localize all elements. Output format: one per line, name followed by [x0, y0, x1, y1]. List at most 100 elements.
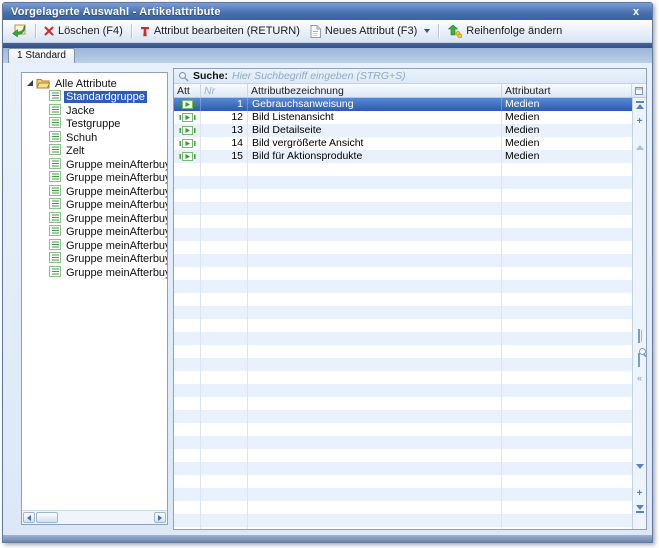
scroll-down-icon[interactable] — [636, 469, 644, 481]
list-view-icon[interactable] — [638, 354, 640, 366]
cell-nr: 15 — [201, 150, 248, 163]
side-strip-top-group: + — [636, 101, 644, 145]
scroll-left-button[interactable] — [23, 512, 35, 523]
toolbar-button-label: Attribut bearbeiten (RETURN) — [154, 25, 300, 37]
scrollbar-thumb[interactable] — [36, 512, 58, 523]
dialog-content: Alle Attribute StandardgruppeJackeTestgr… — [3, 63, 652, 535]
grid-empty-row — [174, 215, 632, 228]
tab-standard[interactable]: 1 Standard — [8, 48, 75, 63]
media-attribute-icon — [174, 150, 201, 163]
column-header-attributart[interactable]: Attributart — [502, 84, 632, 97]
toolbar-separator — [35, 24, 36, 39]
title-bar: Vorgelagerte Auswahl - Artikelattribute … — [3, 3, 652, 20]
grid-header-row: Att Nr Attributbezeichnung Attributart — [174, 84, 646, 98]
cell-nr: 12 — [201, 111, 248, 124]
attribute-group-tree-panel: Alle Attribute StandardgruppeJackeTestgr… — [21, 72, 168, 525]
folder-export-icon — [11, 24, 27, 38]
tree-item-gruppe-meinafterbuy-art00079[interactable]: Gruppe meinAfterbuy ART00079 — [22, 226, 167, 240]
jump-icon[interactable]: « — [637, 372, 642, 384]
tree-item-gruppe-meinafterbuy-art00073[interactable]: Gruppe meinAfterbuy ART00073 — [22, 158, 167, 172]
tree-item-label: Gruppe meinAfterbuy ART00076 — [64, 199, 167, 211]
tree-item-gruppe-meinafterbuy-art00075[interactable]: Gruppe meinAfterbuy ART00075 — [22, 185, 167, 199]
toolbar-separator — [438, 24, 439, 39]
attribute-group-icon — [49, 212, 64, 226]
tree-item-gruppe-meinafterbuy-art00081[interactable]: Gruppe meinAfterbuy ART00081 — [22, 253, 167, 267]
toolbar-button-label: Löschen (F4) — [58, 25, 123, 37]
tree-list: Alle Attribute StandardgruppeJackeTestgr… — [22, 73, 167, 510]
toolbar-button-reorder[interactable]: Reihenfolge ändern — [442, 21, 567, 41]
focus-row-icon[interactable]: + — [637, 487, 643, 499]
focus-row-icon[interactable]: + — [637, 115, 643, 127]
tree-item-label: Gruppe meinAfterbuy ART00082 — [64, 267, 167, 279]
grid-rows: 1GebrauchsanweisungMedien12Bild Listenan… — [174, 98, 632, 529]
tree-item-gruppe-meinafterbuy-art00080[interactable]: Gruppe meinAfterbuy ART00080 — [22, 239, 167, 253]
column-chooser-button[interactable] — [632, 84, 646, 97]
tree-item-gruppe-meinafterbuy-art00082[interactable]: Gruppe meinAfterbuy ART00082 — [22, 266, 167, 280]
grid-empty-row — [174, 371, 632, 384]
tree-item-schuh[interactable]: Schuh — [22, 131, 167, 145]
attribute-group-icon — [49, 266, 64, 280]
toolbar-button-label: Neues Attribut (F3) — [325, 25, 417, 37]
tree-item-gruppe-meinafterbuy-art00074[interactable]: Gruppe meinAfterbuy ART00074 — [22, 172, 167, 186]
media-attribute-icon — [174, 111, 201, 124]
toolbar-button-delete[interactable]: Löschen (F4) — [39, 21, 128, 41]
tree-item-gruppe-meinafterbuy-art00076[interactable]: Gruppe meinAfterbuy ART00076 — [22, 199, 167, 213]
grid-empty-row — [174, 332, 632, 345]
dropdown-arrow-icon[interactable] — [424, 29, 430, 33]
attribute-group-icon — [49, 90, 64, 104]
search-placeholder: Hier Suchbegriff eingeben (STRG+S) — [232, 70, 406, 82]
column-chooser-icon — [635, 87, 643, 95]
scroll-up-icon[interactable] — [636, 133, 644, 145]
tree-item-testgruppe[interactable]: Testgruppe — [22, 118, 167, 132]
side-strip-bottom-group: + — [636, 469, 644, 513]
scroll-right-button[interactable] — [154, 512, 166, 523]
close-button[interactable]: x — [628, 6, 644, 18]
grid-row-12[interactable]: 12Bild ListenansichtMedien — [174, 111, 632, 124]
tree-item-label: Gruppe meinAfterbuy ART00080 — [64, 240, 167, 252]
column-header-attributbezeichnung[interactable]: Attributbezeichnung — [248, 84, 502, 97]
toolbar: Löschen (F4) Attribut bearbeiten (RETURN)… — [3, 20, 652, 43]
tree-item-label: Jacke — [64, 105, 97, 117]
new-page-icon — [310, 25, 321, 38]
grid-empty-row — [174, 228, 632, 241]
search-bar[interactable]: Suche: Hier Suchbegriff eingeben (STRG+S… — [174, 69, 646, 84]
column-header-nr[interactable]: Nr — [201, 84, 248, 97]
grid-empty-row — [174, 397, 632, 410]
media-attribute-icon — [174, 124, 201, 137]
scroll-right-icon — [158, 515, 162, 521]
attribute-group-icon — [49, 198, 64, 212]
delete-x-icon — [44, 26, 54, 36]
toolbar-button-export[interactable] — [6, 21, 32, 41]
column-header-att[interactable]: Att — [174, 84, 201, 97]
toolbar-button-new[interactable]: Neues Attribut (F3) — [305, 21, 435, 41]
window-title: Vorgelagerte Auswahl - Artikelattribute — [11, 6, 628, 18]
attribute-group-icon — [49, 131, 64, 145]
first-row-icon[interactable] — [636, 101, 644, 109]
grid-row-15[interactable]: 15Bild für AktionsprodukteMedien — [174, 150, 632, 163]
grid-view-icon[interactable] — [638, 330, 640, 342]
tree-item-gruppe-meinafterbuy-art00078[interactable]: Gruppe meinAfterbuy ART00078 — [22, 212, 167, 226]
tree-horizontal-scrollbar[interactable] — [22, 510, 167, 524]
tree-item-label: Zelt — [64, 145, 86, 157]
cell-attributart: Medien — [502, 111, 632, 124]
folder-icon — [36, 78, 50, 89]
tree-item-zelt[interactable]: Zelt — [22, 145, 167, 159]
grid-empty-row — [174, 358, 632, 371]
grid-row-13[interactable]: 13Bild DetailseiteMedien — [174, 124, 632, 137]
grid-empty-row — [174, 501, 632, 514]
grid-row-14[interactable]: 14Bild vergrößerte AnsichtMedien — [174, 137, 632, 150]
grid-empty-row — [174, 475, 632, 488]
grid-empty-row — [174, 241, 632, 254]
tree-item-jacke[interactable]: Jacke — [22, 104, 167, 118]
toolbar-button-edit[interactable]: Attribut bearbeiten (RETURN) — [135, 21, 305, 41]
attribute-group-icon — [49, 104, 64, 118]
last-row-icon[interactable] — [636, 505, 644, 513]
grid-row-1[interactable]: 1GebrauchsanweisungMedien — [174, 98, 632, 111]
tree-item-label: Gruppe meinAfterbuy ART00074 — [64, 172, 167, 184]
tree-item-standardgruppe[interactable]: Standardgruppe — [22, 91, 167, 105]
grid-empty-row — [174, 189, 632, 202]
tree-expander-icon[interactable] — [27, 80, 33, 86]
attribute-group-icon — [49, 144, 64, 158]
grid-empty-row — [174, 176, 632, 189]
tree-root-alle-attribute[interactable]: Alle Attribute — [22, 77, 167, 91]
